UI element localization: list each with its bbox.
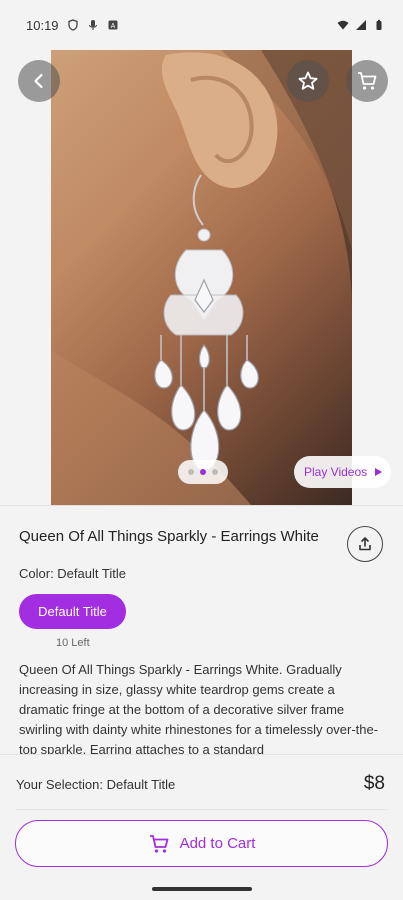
purchase-panel: Your Selection: Default Title $8 Add to … <box>0 754 403 900</box>
favorite-button[interactable] <box>287 60 329 102</box>
mic-icon <box>88 20 97 30</box>
shield-icon <box>67 19 78 31</box>
variant-option-default-title[interactable]: Default Title <box>19 594 126 629</box>
pagination-dot[interactable] <box>212 469 218 475</box>
svg-text:A: A <box>110 23 115 30</box>
stock-count: 10 Left <box>56 637 90 649</box>
product-gallery[interactable]: Play Videos <box>0 50 403 505</box>
chevron-left-icon <box>34 73 43 89</box>
cart-icon <box>358 72 377 90</box>
wifi-icon <box>337 20 349 30</box>
product-image[interactable] <box>51 50 352 505</box>
cart-icon <box>149 834 168 853</box>
signal-icon <box>356 20 366 30</box>
divider <box>0 505 403 506</box>
product-title: Queen Of All Things Sparkly - Earrings W… <box>19 528 319 545</box>
pagination-dot-active[interactable] <box>200 469 206 475</box>
color-label: Color: Default Title <box>19 566 126 581</box>
pagination-dot[interactable] <box>188 469 194 475</box>
gallery-pagination[interactable] <box>178 460 228 484</box>
battery-icon <box>376 19 382 30</box>
play-videos-button[interactable]: Play Videos <box>294 456 392 488</box>
play-icon <box>375 468 383 476</box>
selection-summary: Your Selection: Default Title <box>16 777 176 792</box>
play-videos-label: Play Videos <box>304 465 368 479</box>
status-time: 10:19 <box>26 17 59 33</box>
cart-button[interactable] <box>346 60 388 102</box>
add-to-cart-label: Add to Cart <box>179 835 256 852</box>
status-bar: 10:19 A <box>0 0 403 50</box>
price: $8 <box>363 773 385 794</box>
share-icon <box>359 537 371 551</box>
add-to-cart-button[interactable]: Add to Cart <box>15 820 388 867</box>
product-description: Queen Of All Things Sparkly - Earrings W… <box>19 662 379 754</box>
share-button[interactable] <box>347 526 383 562</box>
home-indicator[interactable] <box>152 887 252 891</box>
notification-icon: A <box>108 20 118 30</box>
back-button[interactable] <box>18 60 60 102</box>
divider <box>16 809 387 810</box>
star-icon <box>298 71 318 90</box>
